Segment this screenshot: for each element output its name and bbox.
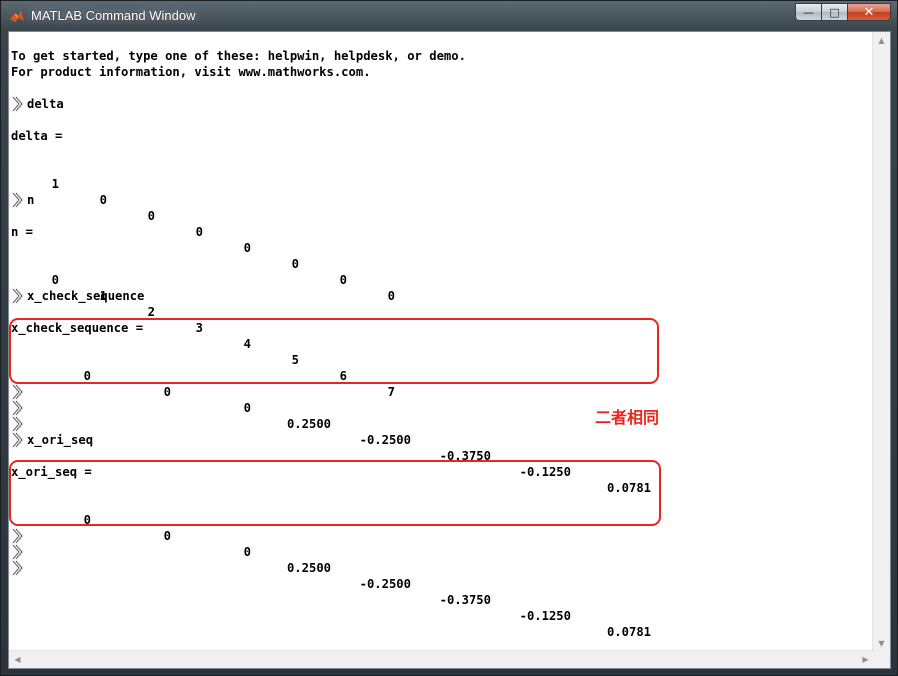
horizontal-scrollbar[interactable]: ◀ ▶ <box>9 650 874 668</box>
scroll-down-icon[interactable]: ▼ <box>873 635 890 652</box>
value-cell: 0 <box>51 273 59 287</box>
value-cell: 0 <box>387 289 395 303</box>
vertical-scrollbar[interactable]: ▲ ▼ <box>872 32 890 652</box>
value-cell: 0 <box>195 225 203 239</box>
delta-values-row: 1 0 0 0 0 0 0 0 <box>9 160 409 303</box>
scroll-right-icon[interactable]: ▶ <box>857 651 874 668</box>
value-cell: 0 <box>243 241 251 255</box>
n-values-row: 0 1 2 3 4 5 6 7 <box>9 256 409 399</box>
prompt-icon <box>12 544 23 560</box>
value-cell: 0 <box>99 193 107 207</box>
annotation-same: 二者相同 <box>595 408 660 427</box>
value-cell: -0.2500 <box>359 433 411 447</box>
matlab-logo-icon <box>10 10 24 22</box>
minimize-button[interactable]: — <box>795 3 821 21</box>
value-cell: 0 <box>83 369 91 383</box>
console-output[interactable]: To get started, type one of these: helpw… <box>9 32 874 652</box>
output-delta-label: delta = <box>11 129 63 143</box>
prompt-icon <box>12 192 23 208</box>
window-title: MATLAB Command Window <box>31 8 196 23</box>
matlab-command-window: MATLAB Command Window — □ ✕ To get start… <box>0 0 898 676</box>
scroll-up-icon[interactable]: ▲ <box>873 32 890 49</box>
intro-line-1: To get started, type one of these: helpw… <box>11 49 466 63</box>
x-ori-values-row: 0 0 0 0.2500 -0.2500 -0.3750 -0.1250 0.0… <box>9 496 659 639</box>
value-cell: 0 <box>83 513 91 527</box>
prompt-icon <box>12 400 23 416</box>
window-controls: — □ ✕ <box>795 3 891 21</box>
command-delta: delta <box>27 97 64 111</box>
value-cell: 0.2500 <box>286 561 331 575</box>
maximize-button[interactable]: □ <box>821 3 847 21</box>
title-bar[interactable]: MATLAB Command Window — □ ✕ <box>1 1 897 31</box>
value-cell: 0.0781 <box>606 625 651 639</box>
value-cell: 0 <box>163 529 171 543</box>
prompt-icon <box>12 384 23 400</box>
scroll-left-icon[interactable]: ◀ <box>9 651 26 668</box>
prompt-icon <box>12 560 23 576</box>
value-cell: 0 <box>339 273 347 287</box>
prompt-icon <box>12 288 23 304</box>
value-cell: -0.3750 <box>439 593 491 607</box>
output-n-label: n = <box>11 225 34 239</box>
output-x-ori-label: x_ori_seq = <box>11 465 92 479</box>
value-cell: 1 <box>51 177 59 191</box>
value-cell: 0.2500 <box>286 417 331 431</box>
prompt-icon <box>12 96 23 112</box>
output-x-check-label: x_check_sequence = <box>11 321 144 335</box>
value-cell: -0.1250 <box>519 609 571 623</box>
scrollbar-corner <box>873 651 890 668</box>
prompt-icon <box>12 432 23 448</box>
command-n: n <box>27 193 35 207</box>
value-cell: 0 <box>243 545 251 559</box>
value-cell: 0 <box>243 401 251 415</box>
value-cell: -0.2500 <box>359 577 411 591</box>
prompt-icon <box>12 528 23 544</box>
x-check-values-row: 0 0 0 0.2500 -0.2500 -0.3750 -0.1250 0.0… <box>9 352 659 495</box>
close-button[interactable]: ✕ <box>847 3 891 21</box>
value-cell: 0 <box>163 385 171 399</box>
command-window-area[interactable]: To get started, type one of these: helpw… <box>8 31 891 669</box>
value-cell: 7 <box>387 385 395 399</box>
command-x-ori-seq: x_ori_seq <box>27 433 94 447</box>
red-highlight-box <box>9 460 661 526</box>
prompt-icon <box>12 416 23 432</box>
value-cell: 0 <box>147 209 155 223</box>
command-x-check-sequence: x_check_sequence <box>27 289 145 303</box>
intro-line-2: For product information, visit www.mathw… <box>11 65 371 79</box>
